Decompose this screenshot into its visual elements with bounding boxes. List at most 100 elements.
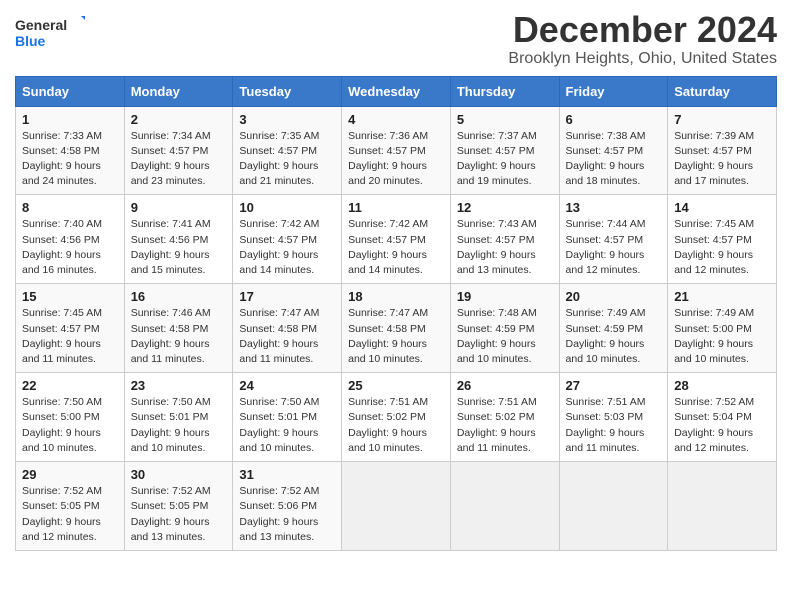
- day-number: 10: [239, 200, 335, 215]
- day-number: 3: [239, 112, 335, 127]
- day-info: Sunrise: 7:42 AMSunset: 4:57 PMDaylight:…: [348, 218, 428, 276]
- calendar-cell: [342, 462, 451, 551]
- day-number: 2: [131, 112, 227, 127]
- calendar-cell: 17 Sunrise: 7:47 AMSunset: 4:58 PMDaylig…: [233, 284, 342, 373]
- calendar-cell: 10 Sunrise: 7:42 AMSunset: 4:57 PMDaylig…: [233, 195, 342, 284]
- location: Brooklyn Heights, Ohio, United States: [508, 50, 777, 68]
- day-number: 18: [348, 289, 444, 304]
- calendar-cell: 25 Sunrise: 7:51 AMSunset: 5:02 PMDaylig…: [342, 373, 451, 462]
- day-info: Sunrise: 7:34 AMSunset: 4:57 PMDaylight:…: [131, 130, 211, 188]
- calendar-cell: 8 Sunrise: 7:40 AMSunset: 4:56 PMDayligh…: [16, 195, 125, 284]
- day-number: 11: [348, 200, 444, 215]
- calendar-cell: 7 Sunrise: 7:39 AMSunset: 4:57 PMDayligh…: [668, 106, 777, 195]
- calendar-cell: 1 Sunrise: 7:33 AMSunset: 4:58 PMDayligh…: [16, 106, 125, 195]
- calendar-cell: 2 Sunrise: 7:34 AMSunset: 4:57 PMDayligh…: [124, 106, 233, 195]
- calendar-week-4: 22 Sunrise: 7:50 AMSunset: 5:00 PMDaylig…: [16, 373, 777, 462]
- day-info: Sunrise: 7:39 AMSunset: 4:57 PMDaylight:…: [674, 130, 754, 188]
- day-info: Sunrise: 7:44 AMSunset: 4:57 PMDaylight:…: [566, 218, 646, 276]
- calendar-cell: 14 Sunrise: 7:45 AMSunset: 4:57 PMDaylig…: [668, 195, 777, 284]
- calendar-cell: 20 Sunrise: 7:49 AMSunset: 4:59 PMDaylig…: [559, 284, 668, 373]
- logo-svg: General Blue: [15, 14, 85, 50]
- day-header-saturday: Saturday: [668, 76, 777, 106]
- header: General Blue December 2024 Brooklyn Heig…: [15, 10, 777, 68]
- calendar-cell: 11 Sunrise: 7:42 AMSunset: 4:57 PMDaylig…: [342, 195, 451, 284]
- calendar-body: 1 Sunrise: 7:33 AMSunset: 4:58 PMDayligh…: [16, 106, 777, 550]
- day-info: Sunrise: 7:46 AMSunset: 4:58 PMDaylight:…: [131, 307, 211, 365]
- day-info: Sunrise: 7:48 AMSunset: 4:59 PMDaylight:…: [457, 307, 537, 365]
- day-info: Sunrise: 7:51 AMSunset: 5:02 PMDaylight:…: [457, 396, 537, 454]
- calendar-week-1: 1 Sunrise: 7:33 AMSunset: 4:58 PMDayligh…: [16, 106, 777, 195]
- day-info: Sunrise: 7:36 AMSunset: 4:57 PMDaylight:…: [348, 130, 428, 188]
- calendar-cell: 27 Sunrise: 7:51 AMSunset: 5:03 PMDaylig…: [559, 373, 668, 462]
- day-number: 23: [131, 378, 227, 393]
- day-number: 21: [674, 289, 770, 304]
- day-number: 31: [239, 467, 335, 482]
- day-info: Sunrise: 7:33 AMSunset: 4:58 PMDaylight:…: [22, 130, 102, 188]
- calendar-cell: 19 Sunrise: 7:48 AMSunset: 4:59 PMDaylig…: [450, 284, 559, 373]
- day-number: 26: [457, 378, 553, 393]
- day-info: Sunrise: 7:52 AMSunset: 5:06 PMDaylight:…: [239, 485, 319, 543]
- calendar-cell: 26 Sunrise: 7:51 AMSunset: 5:02 PMDaylig…: [450, 373, 559, 462]
- calendar-cell: [450, 462, 559, 551]
- day-number: 8: [22, 200, 118, 215]
- calendar-cell: 15 Sunrise: 7:45 AMSunset: 4:57 PMDaylig…: [16, 284, 125, 373]
- calendar-cell: 30 Sunrise: 7:52 AMSunset: 5:05 PMDaylig…: [124, 462, 233, 551]
- title-area: December 2024 Brooklyn Heights, Ohio, Un…: [508, 10, 777, 68]
- calendar-cell: 21 Sunrise: 7:49 AMSunset: 5:00 PMDaylig…: [668, 284, 777, 373]
- day-info: Sunrise: 7:37 AMSunset: 4:57 PMDaylight:…: [457, 130, 537, 188]
- calendar-cell: 28 Sunrise: 7:52 AMSunset: 5:04 PMDaylig…: [668, 373, 777, 462]
- day-number: 28: [674, 378, 770, 393]
- day-info: Sunrise: 7:45 AMSunset: 4:57 PMDaylight:…: [22, 307, 102, 365]
- logo-general: General: [15, 17, 67, 33]
- calendar-cell: 31 Sunrise: 7:52 AMSunset: 5:06 PMDaylig…: [233, 462, 342, 551]
- calendar-cell: 24 Sunrise: 7:50 AMSunset: 5:01 PMDaylig…: [233, 373, 342, 462]
- day-header-monday: Monday: [124, 76, 233, 106]
- day-info: Sunrise: 7:47 AMSunset: 4:58 PMDaylight:…: [239, 307, 319, 365]
- day-info: Sunrise: 7:35 AMSunset: 4:57 PMDaylight:…: [239, 130, 319, 188]
- day-number: 9: [131, 200, 227, 215]
- day-number: 6: [566, 112, 662, 127]
- day-info: Sunrise: 7:50 AMSunset: 5:00 PMDaylight:…: [22, 396, 102, 454]
- day-info: Sunrise: 7:41 AMSunset: 4:56 PMDaylight:…: [131, 218, 211, 276]
- day-info: Sunrise: 7:50 AMSunset: 5:01 PMDaylight:…: [239, 396, 319, 454]
- day-info: Sunrise: 7:52 AMSunset: 5:05 PMDaylight:…: [22, 485, 102, 543]
- calendar-week-3: 15 Sunrise: 7:45 AMSunset: 4:57 PMDaylig…: [16, 284, 777, 373]
- calendar-cell: 22 Sunrise: 7:50 AMSunset: 5:00 PMDaylig…: [16, 373, 125, 462]
- day-info: Sunrise: 7:40 AMSunset: 4:56 PMDaylight:…: [22, 218, 102, 276]
- day-info: Sunrise: 7:51 AMSunset: 5:03 PMDaylight:…: [566, 396, 646, 454]
- day-info: Sunrise: 7:51 AMSunset: 5:02 PMDaylight:…: [348, 396, 428, 454]
- calendar-cell: 6 Sunrise: 7:38 AMSunset: 4:57 PMDayligh…: [559, 106, 668, 195]
- day-info: Sunrise: 7:38 AMSunset: 4:57 PMDaylight:…: [566, 130, 646, 188]
- calendar-cell: 23 Sunrise: 7:50 AMSunset: 5:01 PMDaylig…: [124, 373, 233, 462]
- calendar-week-5: 29 Sunrise: 7:52 AMSunset: 5:05 PMDaylig…: [16, 462, 777, 551]
- calendar-cell: 29 Sunrise: 7:52 AMSunset: 5:05 PMDaylig…: [16, 462, 125, 551]
- day-info: Sunrise: 7:49 AMSunset: 5:00 PMDaylight:…: [674, 307, 754, 365]
- day-number: 27: [566, 378, 662, 393]
- calendar-cell: [668, 462, 777, 551]
- calendar-cell: 4 Sunrise: 7:36 AMSunset: 4:57 PMDayligh…: [342, 106, 451, 195]
- logo: General Blue: [15, 10, 85, 50]
- calendar-cell: 16 Sunrise: 7:46 AMSunset: 4:58 PMDaylig…: [124, 284, 233, 373]
- calendar-cell: 5 Sunrise: 7:37 AMSunset: 4:57 PMDayligh…: [450, 106, 559, 195]
- day-info: Sunrise: 7:52 AMSunset: 5:04 PMDaylight:…: [674, 396, 754, 454]
- day-info: Sunrise: 7:52 AMSunset: 5:05 PMDaylight:…: [131, 485, 211, 543]
- calendar-cell: 18 Sunrise: 7:47 AMSunset: 4:58 PMDaylig…: [342, 284, 451, 373]
- day-number: 17: [239, 289, 335, 304]
- day-info: Sunrise: 7:49 AMSunset: 4:59 PMDaylight:…: [566, 307, 646, 365]
- day-number: 30: [131, 467, 227, 482]
- day-number: 1: [22, 112, 118, 127]
- month-title: December 2024: [508, 10, 777, 50]
- day-header-thursday: Thursday: [450, 76, 559, 106]
- calendar-week-2: 8 Sunrise: 7:40 AMSunset: 4:56 PMDayligh…: [16, 195, 777, 284]
- calendar-cell: 3 Sunrise: 7:35 AMSunset: 4:57 PMDayligh…: [233, 106, 342, 195]
- day-info: Sunrise: 7:42 AMSunset: 4:57 PMDaylight:…: [239, 218, 319, 276]
- calendar-header-row: SundayMondayTuesdayWednesdayThursdayFrid…: [16, 76, 777, 106]
- day-number: 14: [674, 200, 770, 215]
- day-number: 13: [566, 200, 662, 215]
- calendar-cell: 9 Sunrise: 7:41 AMSunset: 4:56 PMDayligh…: [124, 195, 233, 284]
- day-number: 20: [566, 289, 662, 304]
- day-header-wednesday: Wednesday: [342, 76, 451, 106]
- day-number: 29: [22, 467, 118, 482]
- day-number: 19: [457, 289, 553, 304]
- day-number: 25: [348, 378, 444, 393]
